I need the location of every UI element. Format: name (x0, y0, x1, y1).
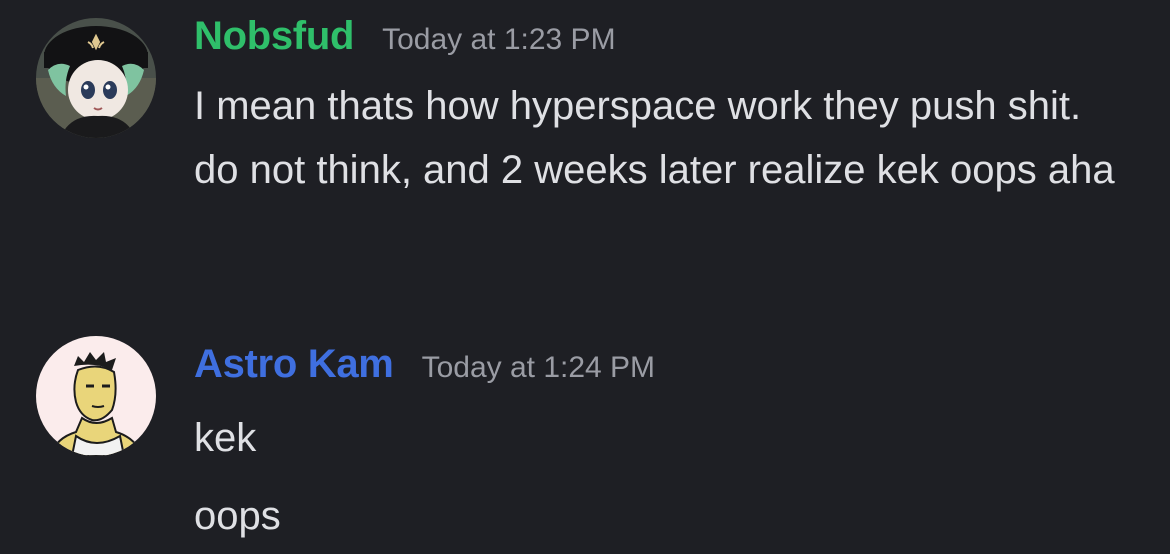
message-timestamp[interactable]: Today at 1:24 PM (422, 351, 655, 385)
chat-message-nobsfud: Nobsfud Today at 1:23 PM I mean thats ho… (0, 0, 1170, 290)
message-header: Nobsfud Today at 1:23 PM (194, 14, 616, 59)
author-name[interactable]: Nobsfud (194, 14, 354, 59)
author-name[interactable]: Astro Kam (194, 342, 394, 387)
message-content-line: oops (194, 494, 281, 538)
message-content: I mean thats how hyperspace work they pu… (194, 84, 1115, 192)
message-content-line: kek (194, 416, 257, 460)
message-header: Astro Kam Today at 1:24 PM (194, 342, 655, 387)
user-avatar-astro-kam[interactable] (36, 336, 156, 456)
sketch-portrait-avatar-icon (36, 336, 156, 456)
chat-message-astro-kam: Astro Kam Today at 1:24 PM kek oops (0, 320, 1170, 554)
message-timestamp[interactable]: Today at 1:23 PM (382, 23, 615, 57)
user-avatar-nobsfud[interactable] (36, 18, 156, 138)
anime-avatar-icon (36, 18, 156, 138)
